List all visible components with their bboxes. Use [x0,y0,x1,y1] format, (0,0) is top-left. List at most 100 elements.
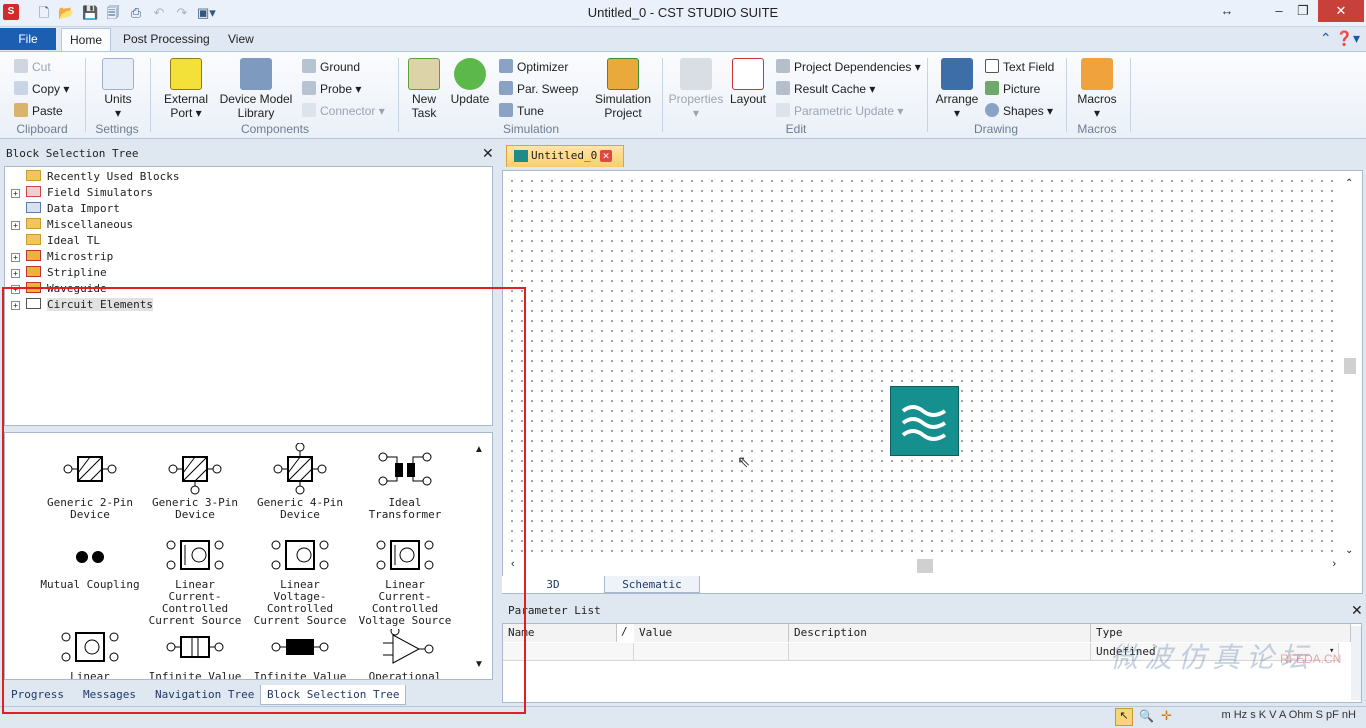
block-generic-2-pin-device[interactable]: Generic 2-Pin Device [37,443,143,521]
tree-item-waveguide[interactable]: + Waveguide [11,281,179,297]
expand-icon[interactable]: + [11,253,20,262]
block-ideal-transformer[interactable]: Ideal Transformer [352,443,458,521]
scroll-up-icon[interactable]: ⌃ [1345,178,1353,189]
scroll-thumb[interactable] [1344,358,1356,374]
paste-button[interactable]: Paste [14,102,63,120]
schematic-tab-icon [514,150,528,162]
probe-button[interactable]: Probe ▾ [302,80,361,98]
tree-item-circuit-elements[interactable]: + Circuit Elements [11,297,179,313]
parameter-scrollbar[interactable] [1351,626,1361,700]
block-mutual-coupling[interactable]: Mutual Coupling [37,533,143,591]
close-window-button[interactable]: ✕ [1318,0,1364,22]
tree-item-stripline[interactable]: + Stripline [11,265,179,281]
tree-item-ideal-tl[interactable]: Ideal TL [11,233,179,249]
resize-icon[interactable]: ↔ [1210,0,1244,22]
param-description-cell[interactable] [789,643,1091,661]
tab-schematic[interactable]: Schematic [604,576,700,593]
layout-button[interactable]: Layout [728,58,768,106]
copy-button[interactable]: Copy ▾ [14,80,69,98]
tree-item-miscellaneous[interactable]: + Miscellaneous [11,217,179,233]
maximize-button[interactable]: ❐ [1286,0,1320,22]
new-task-button[interactable]: New Task [404,58,444,120]
simulation-project-button[interactable]: Simulation Project [592,58,654,120]
result-cache-button[interactable]: Result Cache ▾ [776,80,875,98]
tab-post-processing[interactable]: Post Processing [115,28,218,51]
update-button[interactable]: Update [448,58,492,106]
text-field-button[interactable]: Text Field [985,58,1054,76]
scroll-up-icon[interactable]: ▲ [474,444,484,455]
parametric-update-icon [776,103,790,117]
schematic-canvas[interactable] [507,176,1340,558]
block-operational-amplifier[interactable]: Operational [352,629,458,679]
help-icon[interactable]: ⌃ ❓▾ [1320,30,1360,47]
group-drawing-label: Drawing [973,122,1018,136]
tab-messages[interactable]: Messages [77,685,142,705]
tree-item-microstrip[interactable]: + Microstrip [11,249,179,265]
zoom-icon[interactable]: 🔍 [1139,709,1154,723]
select-pointer-icon[interactable]: ↖ [1115,708,1133,726]
param-name-cell[interactable] [503,643,634,661]
block-generic-4-pin-device[interactable]: Generic 4-Pin Device [247,443,353,521]
tab-view[interactable]: View [220,28,262,51]
tab-block-selection-tree[interactable]: Block Selection Tree [260,685,407,705]
connector-button[interactable]: Connector ▾ [302,102,385,120]
tab-3d[interactable]: 3D [502,576,604,593]
project-dependencies-button[interactable]: Project Dependencies ▾ [776,58,921,76]
folder-icon [26,218,41,229]
pan-icon[interactable]: ✛ [1161,708,1172,724]
properties-button[interactable]: Properties ▾ [668,58,724,120]
picture-button[interactable]: Picture [985,80,1040,98]
external-port-button[interactable]: External Port ▾ [160,58,212,120]
expand-icon[interactable]: + [11,269,20,278]
simulation-project-block[interactable] [890,386,959,456]
tab-navigation-tree[interactable]: Navigation Tree [149,685,260,705]
column-header-description[interactable]: Description [789,624,1091,642]
scroll-down-icon[interactable]: ⌄ [1345,545,1353,556]
block-linear-vccs[interactable]: Linear Voltage-Controlled Current Source [247,533,353,627]
block-infinite-value-inductor[interactable]: Infinite Value [247,629,353,679]
close-tab-icon[interactable]: ✕ [600,150,612,162]
macros-button[interactable]: Macros ▾ [1074,58,1120,120]
shapes-button[interactable]: Shapes ▾ [985,102,1053,120]
tree-item-field-simulators[interactable]: + Field Simulators [11,185,179,201]
tree-item-recently-used-blocks[interactable]: Recently Used Blocks [11,169,179,185]
canvas-horizontal-scrollbar[interactable]: ‹ › [507,558,1340,574]
tab-file[interactable]: File [0,28,56,50]
device-model-library-button[interactable]: Device Model Library [218,58,294,120]
panel-close-icon[interactable]: ✕ [1351,602,1363,619]
tune-button[interactable]: Tune [499,102,544,120]
cut-button[interactable]: Cut [14,58,51,76]
expand-icon[interactable]: + [11,221,20,230]
dependencies-icon [776,59,790,73]
palette-scrollbar[interactable]: ▲ ▼ [472,440,486,676]
expand-icon[interactable]: + [11,285,20,294]
arrange-button[interactable]: Arrange ▾ [933,58,981,120]
param-value-cell[interactable] [634,643,789,661]
optimizer-button[interactable]: Optimizer [499,58,568,76]
parametric-update-button[interactable]: Parametric Update ▾ [776,102,903,120]
block-linear-ccvs[interactable]: Linear Current-Controlled Voltage Source [352,533,458,627]
expand-icon[interactable]: + [11,301,20,310]
canvas-vertical-scrollbar[interactable]: ⌃ ⌄ [1342,176,1358,558]
expand-icon[interactable]: + [11,189,20,198]
block-generic-3-pin-device[interactable]: Generic 3-Pin Device [142,443,248,521]
scissors-icon [14,59,28,73]
column-header-name[interactable]: Name [503,624,617,642]
simulation-project-icon [607,58,639,90]
block-infinite-value-capacitor[interactable]: Infinite Value [142,629,248,679]
scroll-left-icon[interactable]: ‹ [511,558,515,570]
tab-progress[interactable]: Progress [5,685,70,705]
ground-button[interactable]: Ground [302,58,360,76]
column-header-value[interactable]: Value [634,624,789,642]
panel-close-icon[interactable]: ✕ [482,145,494,162]
scroll-right-icon[interactable]: › [1332,558,1336,570]
par-sweep-button[interactable]: Par. Sweep [499,80,578,98]
tree-item-data-import[interactable]: Data Import [11,201,179,217]
tab-home[interactable]: Home [61,28,112,51]
block-linear[interactable]: Linear [37,629,143,679]
units-button[interactable]: Units ▾ [96,58,140,120]
block-linear-cccs[interactable]: Linear Current-Controlled Current Source [142,533,248,627]
scroll-thumb[interactable] [917,559,933,573]
scroll-down-icon[interactable]: ▼ [474,659,484,670]
watermark-url: RFEDA.CN [1280,652,1342,666]
